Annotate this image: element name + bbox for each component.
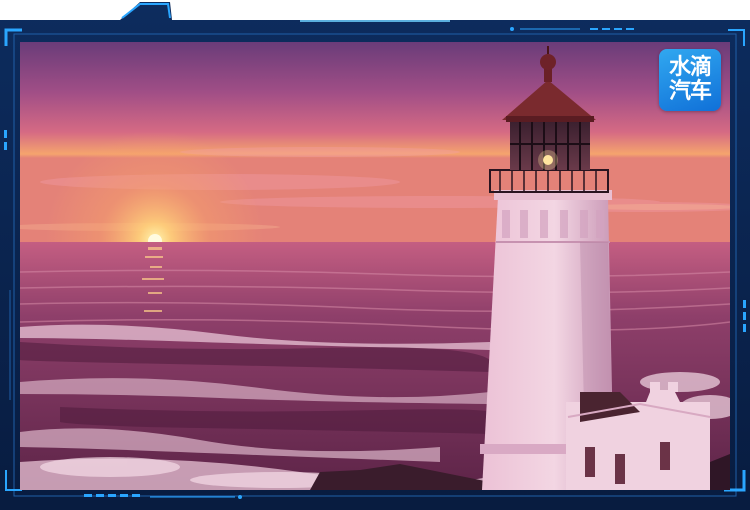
- watermark-logo: 水滴 汽车: [659, 49, 721, 111]
- watermark-line-2: 汽车: [668, 79, 712, 104]
- lighthouse-photo: [20, 42, 730, 490]
- watermark-line-1: 水滴: [668, 55, 712, 80]
- picture-frame: 水滴 汽车: [0, 0, 750, 510]
